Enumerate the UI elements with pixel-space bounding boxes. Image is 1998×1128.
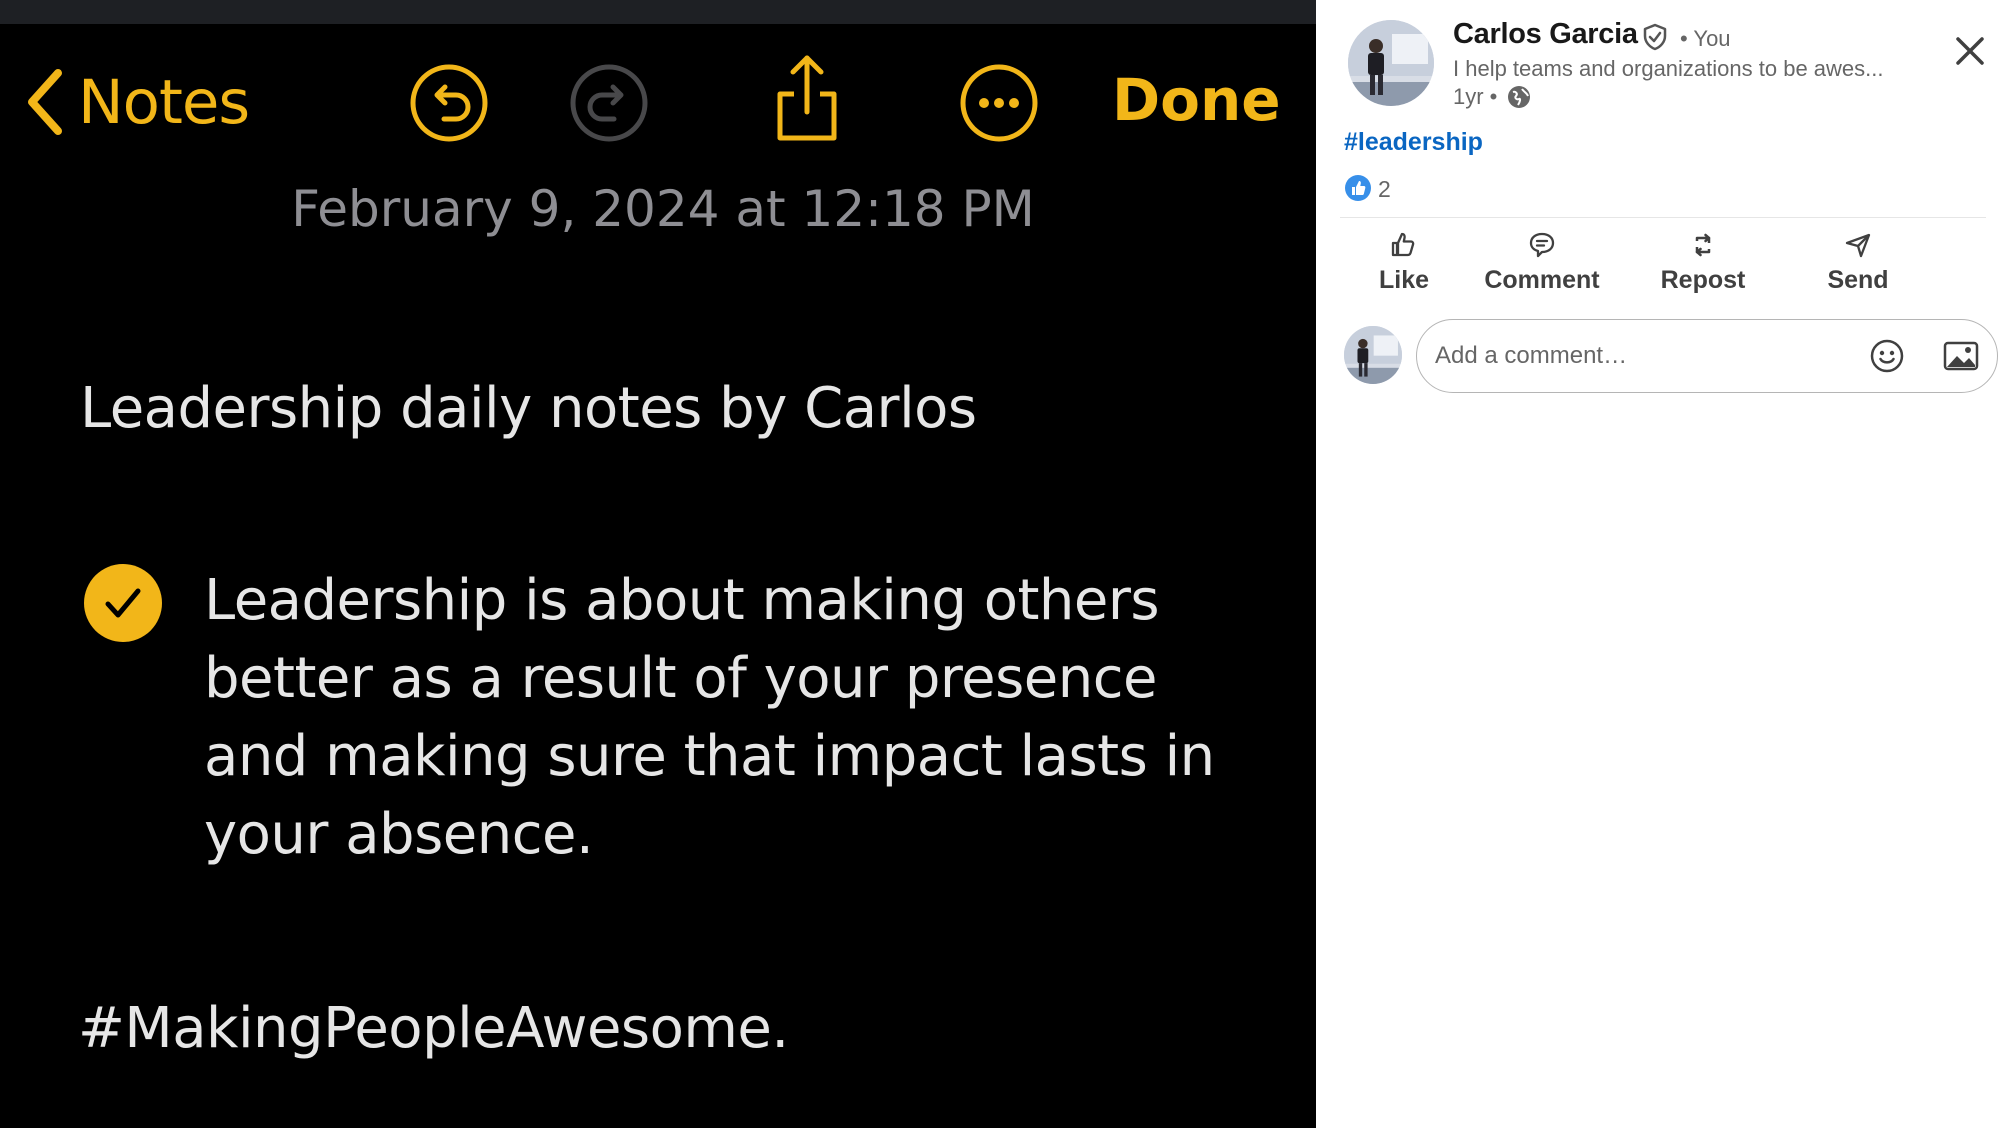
- checklist-item-text: Leadership is about making others better…: [204, 568, 1215, 867]
- globe-icon: [1508, 86, 1530, 108]
- repost-button[interactable]: Repost: [1652, 230, 1754, 304]
- like-label: Like: [1378, 266, 1430, 294]
- author-headline: I help teams and organizations to be awe…: [1453, 56, 1884, 81]
- like-icon: [1391, 232, 1415, 257]
- verified-shield-icon: [1643, 23, 1667, 51]
- comment-button[interactable]: Comment: [1480, 230, 1604, 304]
- send-icon: [1845, 233, 1871, 258]
- notes-back-button[interactable]: Notes: [24, 64, 250, 140]
- comment-input[interactable]: [1435, 320, 1835, 391]
- author-name[interactable]: Carlos Garcia: [1453, 18, 1638, 51]
- note-title: Leadership daily notes by Carlos: [80, 376, 977, 441]
- like-button[interactable]: Like: [1368, 230, 1440, 304]
- send-button[interactable]: Send: [1820, 230, 1896, 304]
- post-time: 1yr •: [1453, 84, 1498, 109]
- undo-icon[interactable]: [408, 62, 490, 144]
- author-avatar[interactable]: [1348, 20, 1434, 106]
- current-user-avatar: [1344, 326, 1402, 384]
- chevron-left-icon: [28, 69, 62, 135]
- done-button[interactable]: Done: [1112, 66, 1281, 140]
- avatar-photo: [1344, 326, 1402, 384]
- avatar-photo: [1348, 20, 1434, 106]
- comment-box: [1416, 319, 1998, 393]
- comment-label: Comment: [1484, 266, 1600, 294]
- repost-icon: [1695, 233, 1711, 257]
- back-label: Notes: [78, 66, 250, 138]
- image-icon[interactable]: [1942, 338, 1980, 374]
- repost-label: Repost: [1660, 266, 1746, 294]
- note-hashtag: #MakingPeopleAwesome.: [78, 996, 789, 1061]
- more-icon[interactable]: [958, 62, 1040, 144]
- checkmark-icon: [105, 588, 141, 618]
- reaction-count[interactable]: 2: [1378, 176, 1391, 203]
- divider: [1340, 217, 1986, 218]
- status-strip: [0, 0, 1316, 24]
- notes-screenshot: Notes Done February 9, 2024 at 12:18 PM …: [0, 0, 1316, 1128]
- post-panel: Carlos Garcia • You I help teams and org…: [1316, 0, 1998, 1128]
- emoji-icon[interactable]: [1869, 338, 1905, 374]
- like-reaction-icon[interactable]: [1344, 174, 1372, 202]
- redo-icon[interactable]: [568, 62, 650, 144]
- you-badge: • You: [1680, 26, 1731, 51]
- share-icon[interactable]: [766, 52, 848, 144]
- comment-icon: [1529, 232, 1555, 258]
- close-icon[interactable]: [1953, 34, 1987, 68]
- note-date: February 9, 2024 at 12:18 PM: [291, 180, 1035, 238]
- checklist-checkbox[interactable]: [84, 564, 162, 642]
- post-hashtag-link[interactable]: #leadership: [1344, 128, 1483, 157]
- send-label: Send: [1827, 266, 1889, 294]
